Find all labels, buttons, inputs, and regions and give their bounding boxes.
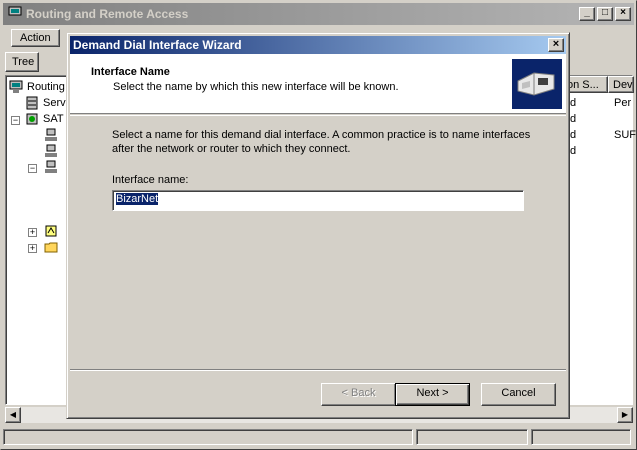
- header-title: Interface Name: [91, 66, 170, 78]
- status-panel: [531, 429, 631, 445]
- server-icon: [26, 96, 38, 110]
- minimize-icon[interactable]: _: [579, 7, 595, 21]
- network-cable-icon: [512, 59, 562, 109]
- list-cell: d: [570, 97, 577, 109]
- policy-icon: [45, 225, 57, 237]
- instructions-text: Select a name for this demand dial inter…: [112, 129, 531, 155]
- network-icon: [45, 128, 57, 141]
- wizard-header: Interface Name Select the name by which …: [70, 54, 566, 114]
- collapse-icon[interactable]: −: [28, 164, 37, 173]
- tree-item-routing[interactable]: Routing: [9, 80, 65, 96]
- list-cell: SUF: [614, 129, 636, 141]
- dialog-title: Demand Dial Interface Wizard: [73, 38, 242, 52]
- column-header-device[interactable]: Dev: [608, 76, 634, 93]
- scroll-left-icon[interactable]: ◀: [5, 407, 21, 423]
- list-pane[interactable]: on S... Dev d Per d d SUF d: [561, 75, 636, 405]
- tab-tree[interactable]: Tree: [5, 52, 39, 72]
- close-icon[interactable]: ×: [548, 38, 564, 52]
- list-cell: d: [570, 145, 577, 157]
- back-button[interactable]: < Back: [321, 383, 396, 406]
- expand-icon[interactable]: +: [28, 228, 37, 237]
- list-cell: Per: [614, 97, 632, 109]
- list-cell: d: [570, 129, 577, 141]
- cancel-button[interactable]: Cancel: [481, 383, 556, 406]
- button-divider: [70, 369, 566, 371]
- header-divider: [70, 115, 566, 116]
- computer-icon: [9, 80, 23, 93]
- dialog-titlebar[interactable]: Demand Dial Interface Wizard ×: [70, 36, 566, 54]
- status-panel: [3, 429, 413, 445]
- routing-icon: [8, 6, 22, 19]
- next-button[interactable]: Next >: [395, 383, 470, 406]
- status-bar: [3, 427, 634, 447]
- tree-item-server-status[interactable]: Serv: [25, 96, 66, 112]
- interface-name-label: Interface name:: [112, 174, 189, 186]
- folder-icon: [44, 242, 58, 253]
- tree-item-sat[interactable]: SAT: [25, 112, 64, 128]
- status-panel: [416, 429, 528, 445]
- network-icon: [45, 160, 57, 173]
- maximize-icon[interactable]: □: [597, 7, 613, 21]
- header-subtitle: Select the name by which this new interf…: [113, 81, 399, 93]
- collapse-icon[interactable]: −: [11, 116, 20, 125]
- expand-icon[interactable]: +: [28, 244, 37, 253]
- menu-action[interactable]: Action: [11, 29, 60, 47]
- list-cell: d: [570, 113, 577, 125]
- main-titlebar[interactable]: Routing and Remote Access _ □ ×: [3, 3, 634, 25]
- interface-name-input[interactable]: BizarNet: [112, 190, 524, 211]
- wizard-dialog: Demand Dial Interface Wizard × Interface…: [66, 32, 570, 419]
- main-window-title: Routing and Remote Access: [26, 7, 189, 21]
- close-icon[interactable]: ×: [615, 7, 631, 21]
- scroll-right-icon[interactable]: ▶: [617, 407, 633, 423]
- server-icon: [26, 113, 38, 125]
- network-icon: [45, 144, 57, 157]
